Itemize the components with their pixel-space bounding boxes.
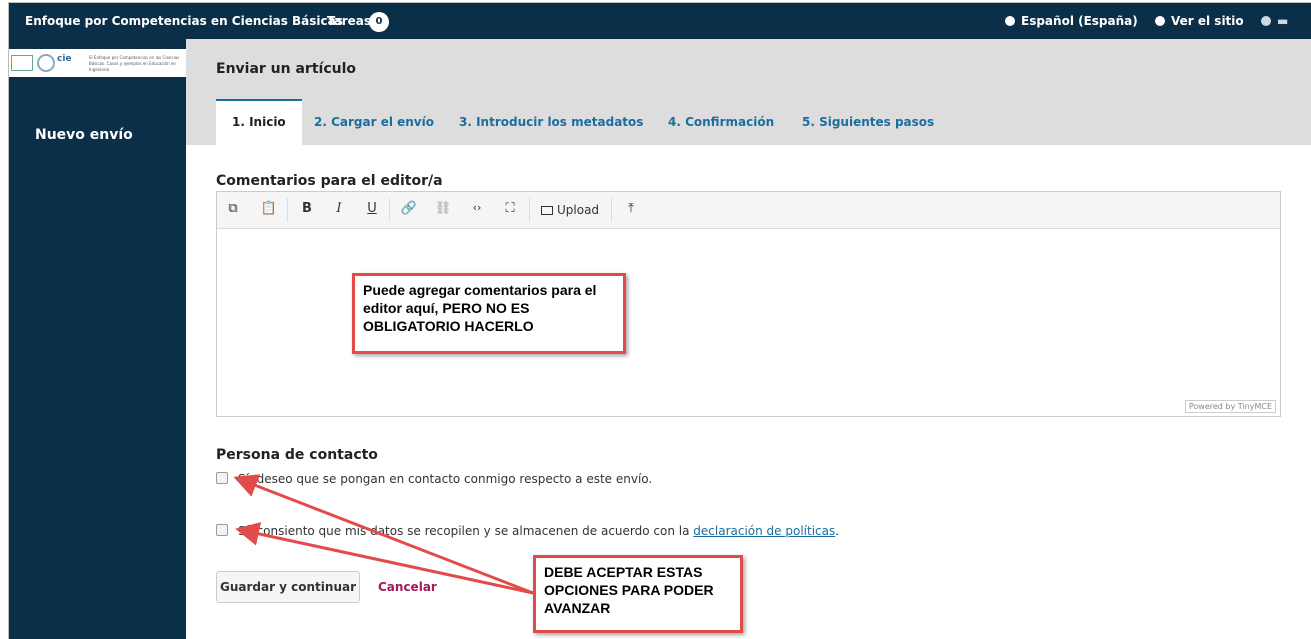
annotation-callout-consent: DEBE ACEPTAR ESTAS OPCIONES PARA PODER A… <box>533 555 743 633</box>
annotation-arrows <box>233 474 534 595</box>
annotation-callout-comments: Puede agregar comentarios para el editor… <box>352 273 626 354</box>
app-window: Enfoque por Competencias en Ciencias Bás… <box>8 2 1311 639</box>
